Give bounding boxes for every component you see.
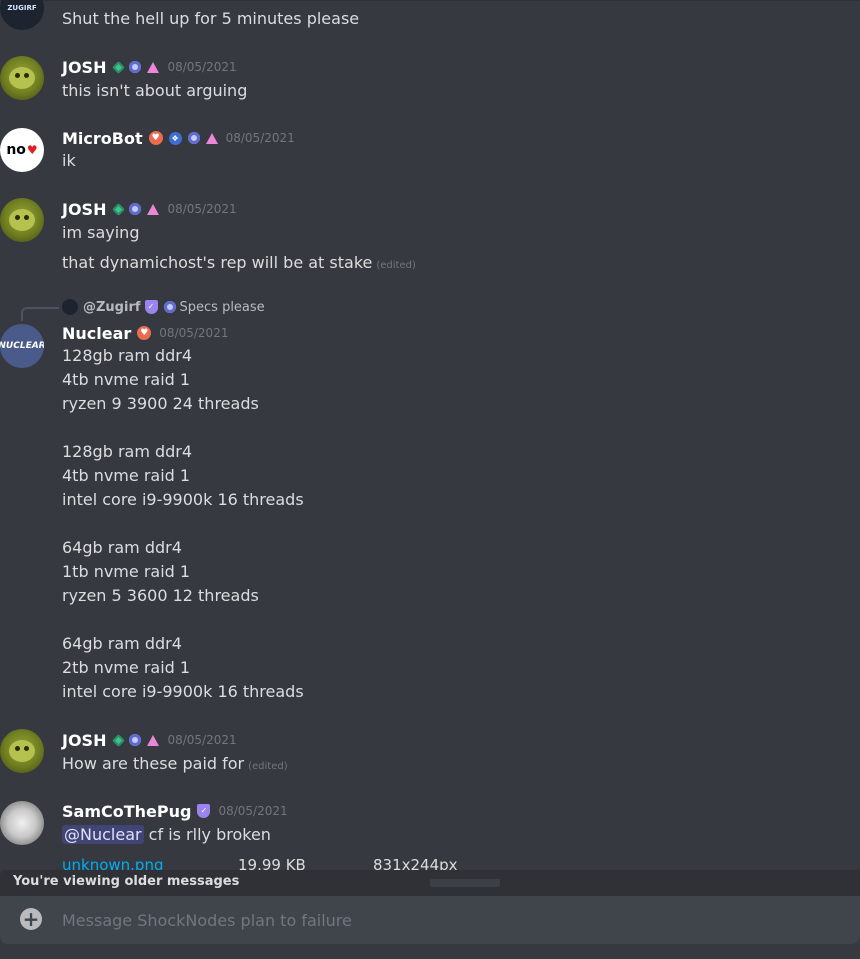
reply-avatar xyxy=(62,299,78,315)
message-text: this isn't about arguing xyxy=(62,81,248,100)
message-text: im saying xyxy=(62,223,140,242)
server-boost-icon xyxy=(163,301,176,313)
message-text: 4tb nvme raid 1 xyxy=(62,466,191,485)
message-text: intel core i9-9900k 16 threads xyxy=(62,490,304,509)
message-text: ryzen 9 3900 24 threads xyxy=(62,394,259,413)
early-supporter-triangle-icon[interactable] xyxy=(205,132,218,144)
message-text: Shut the hell up for 5 minutes please xyxy=(62,9,360,28)
server-boost-icon[interactable] xyxy=(187,132,200,144)
username[interactable]: JOSH xyxy=(62,58,106,77)
server-boost-icon[interactable] xyxy=(129,203,142,215)
avatar-label: NUCLEAR xyxy=(0,341,44,351)
reply-username[interactable]: @Zugirf xyxy=(83,300,141,315)
reply-reference[interactable]: @Zugirf ✓ Specs please xyxy=(62,298,265,316)
nitro-shield-icon[interactable]: ✓ xyxy=(197,804,211,818)
reply-text[interactable]: Specs please xyxy=(180,300,265,315)
message-text: 2tb nvme raid 1 xyxy=(62,658,191,677)
heart-badge-icon[interactable]: ♥ xyxy=(137,326,152,340)
username[interactable]: JOSH xyxy=(62,200,106,219)
hypesquad-diamond-icon[interactable] xyxy=(112,60,126,74)
heart-icon: ♥ xyxy=(26,143,38,157)
username[interactable]: SamCoThePug xyxy=(62,802,191,821)
timestamp[interactable]: 08/05/2021 xyxy=(159,326,228,340)
nitro-shield-icon: ✓ xyxy=(144,300,158,314)
message-list[interactable]: ZUGIRF Shut the hell up for 5 minutes pl… xyxy=(0,0,860,870)
message-text: intel core i9-9900k 16 threads xyxy=(62,682,304,701)
message-text: 4tb nvme raid 1 xyxy=(62,370,191,389)
older-messages-bar[interactable]: You're viewing older messages xyxy=(0,870,860,896)
avatar-label: no xyxy=(6,142,26,158)
edited-label: (edited) xyxy=(376,260,416,271)
avatar[interactable] xyxy=(0,801,44,845)
attachment-dimensions: 831x244px xyxy=(373,856,458,870)
blue-badge-icon[interactable]: ❖ xyxy=(168,131,182,145)
avatar[interactable] xyxy=(0,56,44,100)
message-text: ik xyxy=(62,151,76,170)
hypesquad-diamond-icon[interactable] xyxy=(112,733,126,747)
message-composer: + xyxy=(0,896,860,944)
message-text: 1tb nvme raid 1 xyxy=(62,562,191,581)
avatar[interactable] xyxy=(0,729,44,773)
timestamp[interactable]: 08/05/2021 xyxy=(167,60,236,74)
message-text-content: that dynamichost's rep will be at stake xyxy=(62,253,373,272)
message-text-content: cf is rlly broken xyxy=(148,825,271,844)
message-text: @Nuclear cf is rlly broken xyxy=(62,824,271,846)
avatar[interactable] xyxy=(0,198,44,242)
avatar[interactable]: NUCLEAR xyxy=(0,324,44,368)
message-text: ryzen 5 3600 12 threads xyxy=(62,586,259,605)
hypesquad-diamond-icon[interactable] xyxy=(112,202,126,216)
user-mention[interactable]: @Nuclear xyxy=(62,825,144,844)
early-supporter-triangle-icon[interactable] xyxy=(147,203,160,215)
username[interactable]: JOSH xyxy=(62,731,106,750)
username[interactable]: Nuclear xyxy=(62,324,131,343)
jump-to-present-hint[interactable] xyxy=(430,879,500,887)
message-text: 128gb ram ddr4 xyxy=(62,346,193,365)
early-supporter-triangle-icon[interactable] xyxy=(147,61,160,73)
message-text: 64gb ram ddr4 xyxy=(62,634,182,653)
timestamp[interactable]: 08/05/2021 xyxy=(167,202,236,216)
plus-circle-icon[interactable]: + xyxy=(20,908,42,930)
username[interactable]: MicroBot xyxy=(62,129,143,148)
heart-badge-icon[interactable]: ♥ xyxy=(148,131,163,145)
edited-label: (edited) xyxy=(248,761,288,772)
timestamp[interactable]: 08/05/2021 xyxy=(167,733,236,747)
message-text-content: How are these paid for xyxy=(62,754,245,773)
avatar[interactable]: ZUGIRF xyxy=(0,0,44,30)
server-boost-icon[interactable] xyxy=(129,61,142,73)
reply-spine xyxy=(21,307,59,321)
avatar[interactable]: no ♥ xyxy=(0,128,44,172)
message-text: How are these paid for (edited) xyxy=(62,753,288,778)
attachment-size: 19.99 KB xyxy=(238,856,306,870)
message-input[interactable] xyxy=(60,904,844,936)
server-boost-icon[interactable] xyxy=(129,734,142,746)
message-text: 128gb ram ddr4 xyxy=(62,442,193,461)
older-messages-notice: You're viewing older messages xyxy=(13,874,240,889)
message-text: 64gb ram ddr4 xyxy=(62,538,182,557)
timestamp[interactable]: 08/05/2021 xyxy=(218,804,287,818)
message-text: that dynamichost's rep will be at stake(… xyxy=(62,252,416,277)
early-supporter-triangle-icon[interactable] xyxy=(147,734,160,746)
timestamp[interactable]: 08/05/2021 xyxy=(226,131,295,145)
attachment-link[interactable]: unknown.png xyxy=(62,856,163,870)
avatar-label: ZUGIRF xyxy=(7,4,37,12)
